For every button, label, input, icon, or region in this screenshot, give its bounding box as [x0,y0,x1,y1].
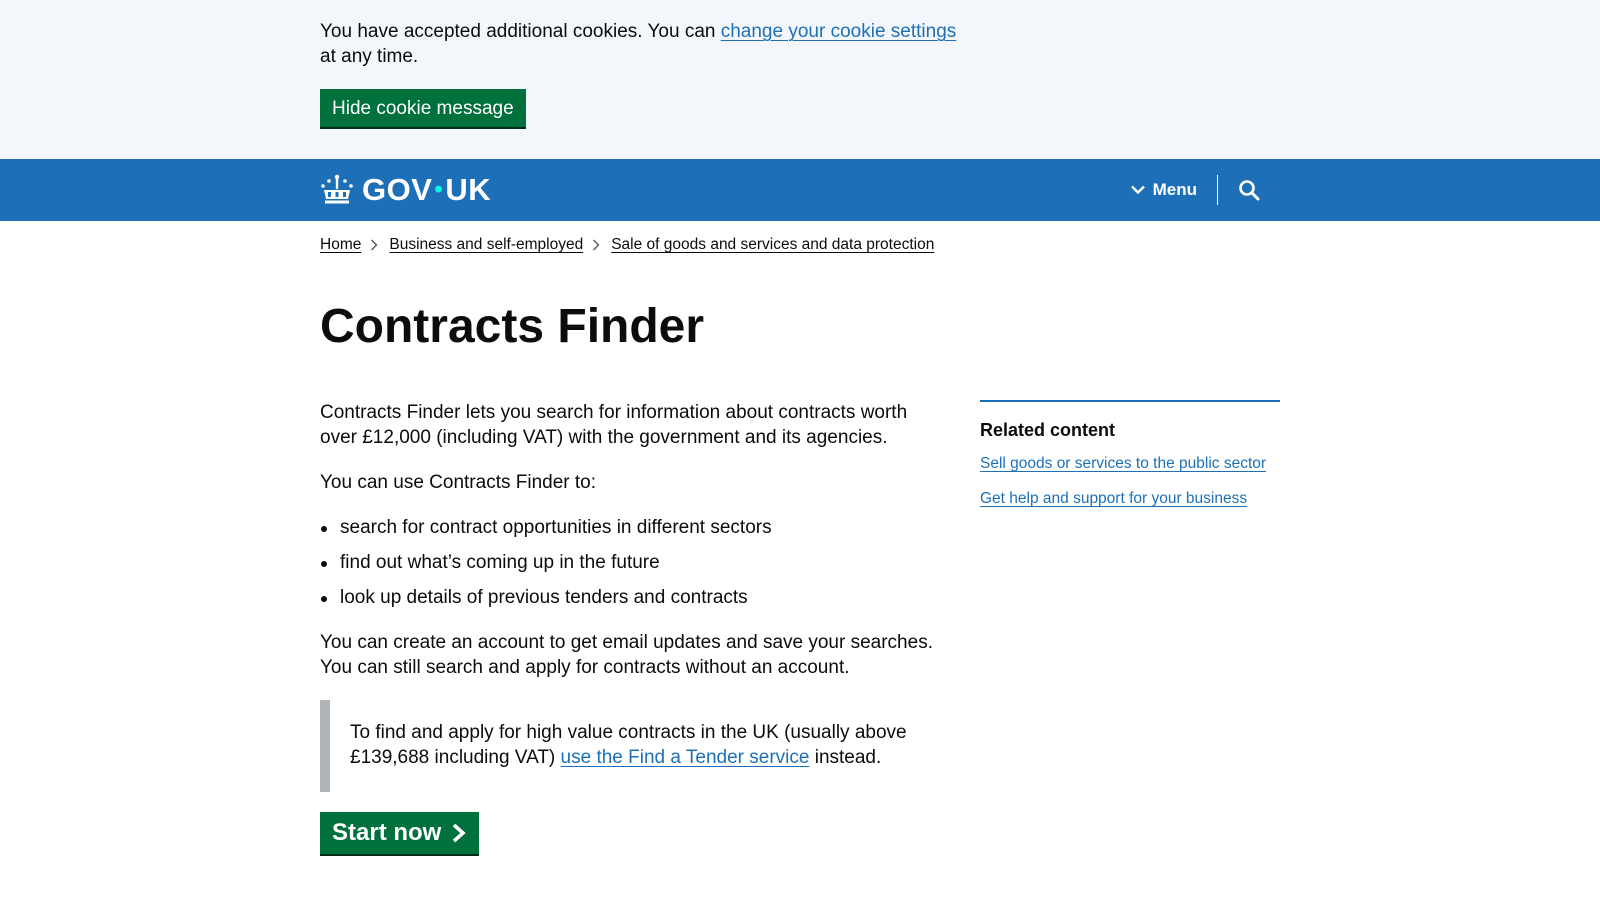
logo-text-gov: GOV [362,172,433,207]
cookie-text-after: at any time. [320,46,419,67]
related-heading: Related content [980,420,1116,440]
content-grid: Contracts Finder lets you search for inf… [320,400,1280,854]
site-header: GOV • UK Menu [0,159,1600,221]
breadcrumb-business[interactable]: Business and self-employed [389,236,583,254]
menu-button[interactable]: Menu [1130,175,1218,205]
account-paragraph: You can create an account to get email u… [320,632,933,678]
breadcrumb-sale-of-goods[interactable]: Sale of goods and services and data prot… [611,236,934,254]
main-content: Contracts Finder lets you search for inf… [320,400,946,854]
start-now-button[interactable]: Start now [320,812,480,854]
arrow-right-icon [453,823,467,843]
inset-text-after: instead. [809,747,882,768]
logo-dot: • [434,176,444,203]
list-item: look up details of previous tenders and … [320,585,946,610]
chevron-down-icon [1130,185,1145,195]
header-actions: Menu [1130,175,1260,205]
start-now-label: Start now [332,819,442,846]
logo-text-uk: UK [445,172,492,207]
main-container: Home Business and self-employed Sale of … [320,221,1280,854]
breadcrumb-home[interactable]: Home [320,236,361,254]
related-link-sell-goods[interactable]: Sell goods or services to the public sec… [980,454,1280,474]
find-a-tender-link[interactable]: use the Find a Tender service [561,747,810,768]
feature-list: search for contract opportunities in dif… [320,515,946,610]
chevron-right-icon [592,239,602,251]
search-button[interactable] [1218,179,1260,201]
cookie-message: You have accepted additional cookies. Yo… [320,19,960,69]
list-item: search for contract opportunities in dif… [320,515,946,540]
related-content: Related content Sell goods or services t… [980,400,1280,854]
search-icon [1239,180,1260,201]
crown-icon [321,174,353,204]
cookie-settings-link[interactable]: change your cookie settings [721,21,957,42]
breadcrumb: Home Business and self-employed Sale of … [320,221,1280,254]
related-link-help-support[interactable]: Get help and support for your business [980,489,1280,509]
page-title: Contracts Finder [320,300,705,353]
use-intro: You can use Contracts Finder to: [320,472,597,493]
cookie-text-before: You have accepted additional cookies. Yo… [320,21,721,42]
chevron-right-icon [370,239,380,251]
intro-paragraph: Contracts Finder lets you search for inf… [320,402,908,448]
menu-label: Menu [1152,180,1197,199]
inset-text: To find and apply for high value contrac… [320,700,946,792]
govuk-logo[interactable]: GOV • UK [320,172,491,208]
hide-cookie-button[interactable]: Hide cookie message [320,89,526,127]
cookie-banner: You have accepted additional cookies. Yo… [0,0,1600,159]
list-item: find out what’s coming up in the future [320,550,946,575]
